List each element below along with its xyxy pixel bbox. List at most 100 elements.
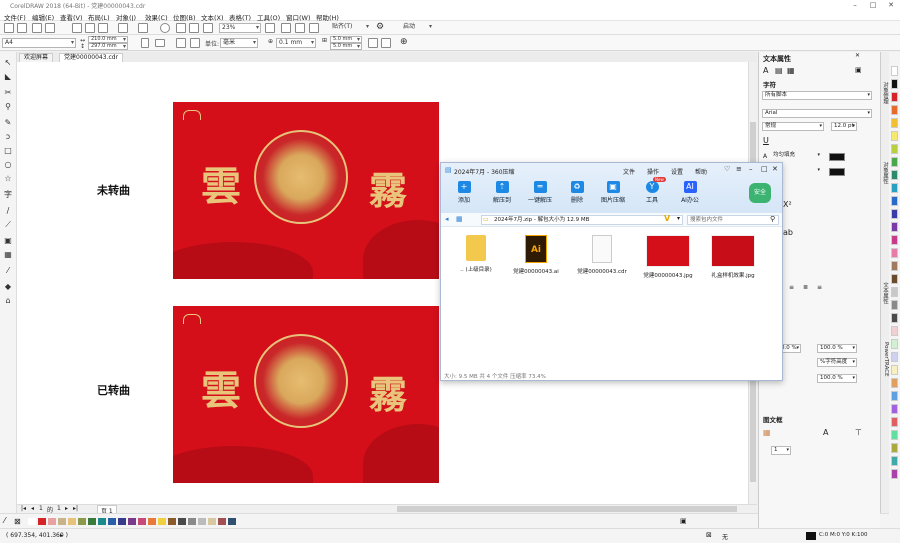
close-icon[interactable]: ✕ (882, 0, 900, 11)
polygon-tool-icon[interactable]: ☆ (3, 174, 13, 184)
color-swatch[interactable] (891, 456, 898, 466)
import-icon[interactable] (176, 23, 186, 33)
zip-file-ai[interactable]: Ai 党建00000043.ai (505, 235, 567, 275)
color-swatch[interactable] (891, 378, 898, 388)
color-swatch[interactable] (891, 235, 898, 245)
publish-pdf-icon[interactable] (203, 23, 213, 33)
palette-scroll-icon[interactable]: ▣ (680, 517, 687, 525)
parallel-dimension-icon[interactable]: ∕ (3, 206, 13, 216)
zip-menu-help[interactable]: 帮助 (695, 167, 707, 176)
font-style-select[interactable]: 常规 (762, 122, 824, 131)
zip-menu-settings[interactable]: 设置 (671, 167, 683, 176)
paragraph-align-icon[interactable]: ≡ (789, 284, 794, 291)
superscript-icon[interactable]: X² (783, 200, 792, 209)
color-swatch[interactable] (891, 170, 898, 180)
color-swatch[interactable] (891, 157, 898, 167)
color-swatch[interactable] (891, 443, 898, 453)
undo-icon[interactable] (118, 23, 128, 33)
color-swatch[interactable] (28, 518, 36, 525)
color-swatch[interactable] (58, 518, 66, 525)
next-page-icon[interactable]: ▸ (65, 505, 68, 512)
frame-align-icon[interactable]: ⊤ (855, 428, 862, 437)
color-swatch[interactable] (138, 518, 146, 525)
zip-tools-button[interactable]: Y 工具 (637, 181, 667, 204)
last-page-icon[interactable]: ▸| (73, 505, 78, 512)
color-swatch[interactable] (891, 261, 898, 271)
smart-fill-icon[interactable]: ⌂ (3, 296, 13, 306)
rectangle-tool-icon[interactable]: □ (3, 146, 13, 156)
zip-file-mockup[interactable]: 礼盒样机效果.jpg (702, 235, 764, 279)
color-swatch[interactable] (891, 92, 898, 102)
connector-tool-icon[interactable]: ⟋ (3, 220, 13, 230)
open-icon[interactable] (17, 23, 27, 33)
zip-menu-action[interactable]: 操作 (647, 167, 659, 176)
color-swatch[interactable] (891, 339, 898, 349)
paste-icon[interactable] (98, 23, 108, 33)
zip-file-parent[interactable]: .. (上级目录) (445, 235, 507, 273)
units-select[interactable]: 毫米 (220, 38, 258, 48)
duplicate-x-input[interactable]: 5.0 mm (330, 36, 362, 43)
color-swatch[interactable] (158, 518, 166, 525)
color-swatch[interactable] (891, 404, 898, 414)
zip-menu-icon[interactable]: ≡ (736, 165, 742, 173)
ellipse-tool-icon[interactable]: ○ (3, 160, 13, 170)
tab-document[interactable]: 党建00000043.cdr (59, 53, 124, 62)
zip-archive-window[interactable]: ▤ 2024年7月 - 360压缩 文件 操作 设置 帮助 ♡ ≡ – □ ✕ … (440, 162, 783, 381)
color-swatch[interactable] (891, 365, 898, 375)
page-width-input[interactable]: 210.0 mm (88, 36, 128, 43)
color-swatch[interactable] (891, 352, 898, 362)
zip-file-jpg[interactable]: 党建00000043.jpg (637, 235, 699, 279)
horizontal-scrollbar[interactable]: |◂ ◂ 1 的 1 ▸ ▸| 页 1 (17, 504, 757, 516)
outline-color-swatch[interactable] (829, 168, 845, 176)
color-swatch[interactable] (891, 417, 898, 427)
launch-dropdown[interactable]: 启动 (393, 23, 433, 33)
frame-tab-icon[interactable]: ▦ (787, 66, 795, 75)
fill-color-swatch[interactable] (829, 153, 845, 161)
horizontal-scroll-thumb[interactable] (397, 506, 737, 512)
color-swatch[interactable] (188, 518, 196, 525)
shape-tool-icon[interactable]: ◣ (3, 72, 13, 82)
crop-tool-icon[interactable]: ✂ (3, 88, 13, 98)
tab-welcome[interactable]: 欢迎屏幕 (19, 53, 54, 62)
maximize-icon[interactable]: □ (864, 0, 882, 11)
safe-shield-badge[interactable]: 安全 (749, 183, 771, 203)
frame-fill-icon[interactable]: ▦ (763, 428, 771, 437)
path-dropdown-icon[interactable]: ▾ (677, 215, 680, 222)
first-page-icon[interactable]: |◂ (21, 505, 26, 512)
font-select[interactable]: Arial (762, 109, 872, 118)
minimize-icon[interactable]: – (846, 0, 864, 11)
color-swatch[interactable] (891, 79, 898, 89)
fill-type-select[interactable]: 均匀填充 (771, 152, 821, 161)
search-icon[interactable]: ⚲ (770, 215, 775, 223)
zip-delete-button[interactable]: ♻ 删除 (562, 181, 592, 204)
tab-powertrace[interactable]: PowerTRACE (882, 342, 889, 377)
freehand-tool-icon[interactable]: ✎ (3, 118, 13, 128)
color-swatch[interactable] (98, 518, 106, 525)
char-height-select[interactable]: %字符高度 (817, 358, 857, 367)
search-content-icon[interactable] (160, 23, 170, 33)
export-icon[interactable] (189, 23, 199, 33)
save-icon[interactable] (32, 23, 42, 33)
text-tool-icon[interactable]: 字 (3, 190, 13, 200)
color-swatch[interactable] (68, 518, 76, 525)
redo-icon[interactable] (138, 23, 148, 33)
font-size-input[interactable]: 12.0 pt (831, 122, 857, 131)
transparency-icon[interactable]: ▦ (3, 250, 13, 260)
color-swatch[interactable] (88, 518, 96, 525)
color-swatch[interactable] (128, 518, 136, 525)
all-pages-icon[interactable] (176, 38, 186, 48)
zip-file-cdr[interactable]: 党建00000043.cdr (571, 235, 633, 275)
rulers-icon[interactable] (281, 23, 291, 33)
color-swatch[interactable] (891, 144, 898, 154)
color-swatch[interactable] (208, 518, 216, 525)
color-swatch[interactable] (891, 118, 898, 128)
copy-icon[interactable] (85, 23, 95, 33)
duplicate-y-input[interactable]: 5.0 mm (330, 43, 362, 50)
zip-skin-icon[interactable]: ♡ (724, 165, 730, 173)
zip-image-compress-button[interactable]: ▣ 图片压缩 (598, 181, 628, 204)
prev-page-icon[interactable]: ◂ (31, 505, 34, 512)
view-mode-icon[interactable]: ▦ (456, 215, 463, 223)
color-swatch[interactable] (48, 518, 56, 525)
scale-h2-input[interactable]: 100.0 % (817, 344, 857, 353)
v-badge-icon[interactable]: V (664, 214, 670, 223)
